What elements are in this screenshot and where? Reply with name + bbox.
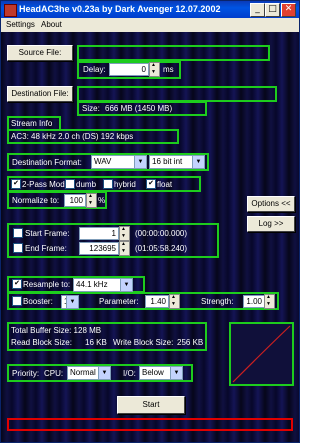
float-checkbox[interactable]: ✔ [146, 179, 156, 189]
resample-checkbox[interactable]: ✔ [12, 279, 22, 289]
total-buffer-size: Total Buffer Size: 128 MB [11, 326, 102, 335]
maximize-button[interactable]: □ [265, 3, 280, 17]
dumb-label: dumb [76, 180, 97, 189]
booster-label: Booster: [23, 297, 53, 306]
start-frame-label: Start Frame: [25, 229, 70, 238]
format-select[interactable]: WAV ▼ [91, 155, 147, 169]
end-frame-label: End Frame: [25, 244, 67, 253]
bits-select-value: 16 bit int [152, 157, 183, 166]
chevron-down-icon: ▼ [192, 156, 204, 168]
read-block-label: Read Block Size: [11, 338, 72, 347]
size-value: 666 MB (1450 MB) [105, 104, 173, 113]
booster-curve-line [232, 325, 291, 383]
resample-select[interactable]: 44.1 kHz ▼ [73, 278, 133, 292]
booster-curve-graph [232, 325, 291, 383]
priority-group: Priority: CPU: Normal ▼ I/O: Below ▼ [7, 364, 193, 382]
stream-info-text: AC3: 48 kHz 2.0 ch (DS) 192 kbps [11, 132, 134, 141]
start-frame-input[interactable]: 1 [79, 227, 119, 240]
hybrid-checkbox[interactable] [103, 179, 113, 189]
normalize-group: Normalize to: 100 % [7, 191, 107, 209]
main-panel: Source File: Delay: 0 ms Destination Fil… [1, 32, 299, 442]
strength-label: Strength: [201, 297, 234, 306]
start-button[interactable]: Start [117, 396, 185, 414]
buffer-group: Total Buffer Size: 128 MB Read Block Siz… [7, 322, 207, 351]
resample-group: ✔ Resample to: 44.1 kHz ▼ [7, 276, 145, 293]
end-frame-checkbox[interactable] [13, 243, 23, 253]
chevron-down-icon: ▼ [170, 367, 182, 379]
priority-label: Priority: [12, 369, 40, 378]
normalize-spinner[interactable] [86, 193, 97, 208]
twopass-label: 2-Pass Mode: [22, 180, 72, 189]
source-file-path[interactable] [77, 45, 270, 61]
io-priority-select[interactable]: Below ▼ [139, 366, 183, 380]
resample-select-value: 44.1 kHz [76, 280, 108, 289]
size-group: Size: 666 MB (1450 MB) [77, 101, 207, 116]
delay-input[interactable]: 0 [109, 63, 149, 76]
size-label: Size: [82, 104, 100, 113]
destination-file-path[interactable] [77, 86, 277, 102]
stream-info-title: Stream Info [11, 119, 53, 128]
chevron-down-icon: ▼ [98, 367, 110, 379]
app-window: HeadAC3he v0.23a by Dark Avenger 12.07.2… [0, 0, 300, 443]
menu-settings[interactable]: Settings [6, 20, 35, 29]
title-bar[interactable]: HeadAC3he v0.23a by Dark Avenger 12.07.2… [1, 1, 299, 18]
menu-about[interactable]: About [41, 20, 62, 29]
stream-info-box: AC3: 48 kHz 2.0 ch (DS) 192 kbps [7, 129, 179, 144]
start-frame-spinner[interactable] [119, 226, 130, 241]
hybrid-label: hybrid [114, 180, 136, 189]
end-frame-input[interactable]: 123695 [79, 242, 119, 255]
read-block-value: 16 KB [85, 338, 107, 347]
end-frame-spinner[interactable] [119, 241, 130, 256]
format-group: Destination Format: WAV ▼ 16 bit int ▼ [7, 153, 209, 171]
booster-curve-preview [229, 322, 294, 386]
close-button[interactable]: ✕ [281, 3, 296, 17]
cpu-priority-value: Normal [70, 368, 96, 377]
delay-unit: ms [163, 65, 174, 74]
parameter-spinner[interactable] [169, 294, 180, 309]
write-block-label: Write Block Size: [113, 338, 174, 347]
window-title: HeadAC3he v0.23a by Dark Avenger 12.07.2… [19, 4, 221, 14]
frames-group: Start Frame: 1 (00:00:00.000) End Frame:… [7, 223, 219, 258]
io-priority-value: Below [142, 368, 164, 377]
float-label: float [157, 180, 173, 189]
end-frame-time: (01:05:58.240) [135, 244, 188, 253]
io-label: I/O: [123, 369, 136, 378]
resample-label: Resample to: [23, 280, 71, 289]
normalize-unit: % [98, 196, 106, 205]
format-label: Destination Format: [12, 158, 82, 167]
destination-file-button[interactable]: Destination File: [7, 86, 73, 102]
delay-spinner[interactable] [149, 62, 160, 77]
dumb-checkbox[interactable] [65, 179, 75, 189]
strength-input[interactable]: 1.00 [243, 295, 265, 308]
chevron-down-icon: ▼ [134, 156, 146, 168]
twopass-group: ✔ 2-Pass Mode: dumb hybrid ✔ float [7, 176, 201, 192]
start-frame-checkbox[interactable] [13, 228, 23, 238]
cpu-priority-select[interactable]: Normal ▼ [67, 366, 111, 380]
booster-checkbox[interactable] [12, 296, 22, 306]
booster-select[interactable]: 1 ▼ [61, 295, 79, 309]
app-icon [4, 4, 17, 17]
delay-label: Delay: [83, 65, 106, 74]
log-button[interactable]: Log >> [247, 216, 295, 232]
source-file-button[interactable]: Source File: [7, 45, 73, 61]
parameter-input[interactable]: 1.40 [145, 295, 169, 308]
bits-select[interactable]: 16 bit int ▼ [149, 155, 205, 169]
booster-group: Booster: 1 ▼ Parameter: 1.40 Strength: 1… [7, 292, 279, 310]
minimize-button[interactable]: _ [250, 3, 265, 17]
chevron-down-icon: ▼ [120, 279, 132, 291]
menu-bar: Settings About [1, 18, 299, 32]
cpu-label: CPU: [44, 369, 64, 378]
delay-group: Delay: 0 ms [77, 61, 181, 79]
normalize-label: Normalize to: [12, 196, 60, 205]
twopass-checkbox[interactable]: ✔ [11, 179, 21, 189]
chevron-down-icon: ▼ [66, 296, 78, 308]
strength-spinner[interactable] [264, 294, 275, 309]
parameter-label: Parameter: [99, 297, 139, 306]
start-frame-time: (00:00:00.000) [135, 229, 188, 238]
normalize-input[interactable]: 100 [64, 194, 86, 207]
options-button[interactable]: Options << [247, 196, 295, 212]
format-select-value: WAV [94, 157, 112, 166]
write-block-value: 256 KB [177, 338, 204, 347]
progress-status-bar [7, 418, 293, 431]
